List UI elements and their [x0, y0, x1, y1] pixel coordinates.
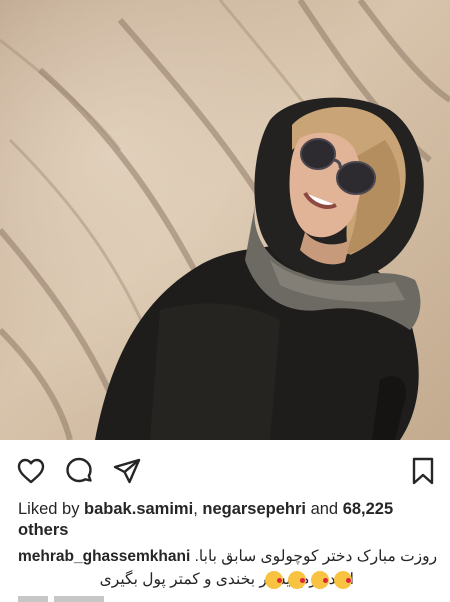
kissing-face-emoji — [265, 571, 283, 589]
post-photo[interactable] — [0, 0, 450, 440]
liker-username-2[interactable]: negarsepehri — [202, 500, 306, 518]
caption-username[interactable]: mehrab_ghassemkhani — [18, 548, 190, 565]
kissing-face-emoji — [334, 571, 352, 589]
truncated-text-decoration — [18, 596, 104, 602]
comment-icon[interactable] — [64, 456, 94, 486]
kissing-face-emoji — [311, 571, 329, 589]
photo-illustration — [0, 0, 450, 440]
emoji-row — [260, 571, 352, 591]
likes-and: and — [305, 500, 343, 518]
heart-icon[interactable] — [16, 456, 46, 486]
likes-summary: Liked by babak.samimi, negarsepehri and … — [18, 499, 438, 541]
post-caption: mehrab_ghassemkhani روزت مبارک دختر کوچو… — [18, 546, 438, 568]
likes-others[interactable]: others — [18, 521, 68, 539]
liker-username-1[interactable]: babak.samimi — [84, 500, 193, 518]
caption-line-1: روزت مبارک دختر کوچولوی سابق بابا. — [194, 548, 438, 565]
next-line-cutoff — [18, 592, 138, 602]
bookmark-icon[interactable] — [408, 456, 438, 486]
likes-prefix: Liked by — [18, 500, 85, 518]
likes-separator: , — [193, 500, 203, 518]
send-icon[interactable] — [112, 456, 142, 486]
action-bar — [0, 440, 450, 498]
likes-count[interactable]: 68,225 — [343, 500, 393, 518]
kissing-face-emoji — [288, 571, 306, 589]
